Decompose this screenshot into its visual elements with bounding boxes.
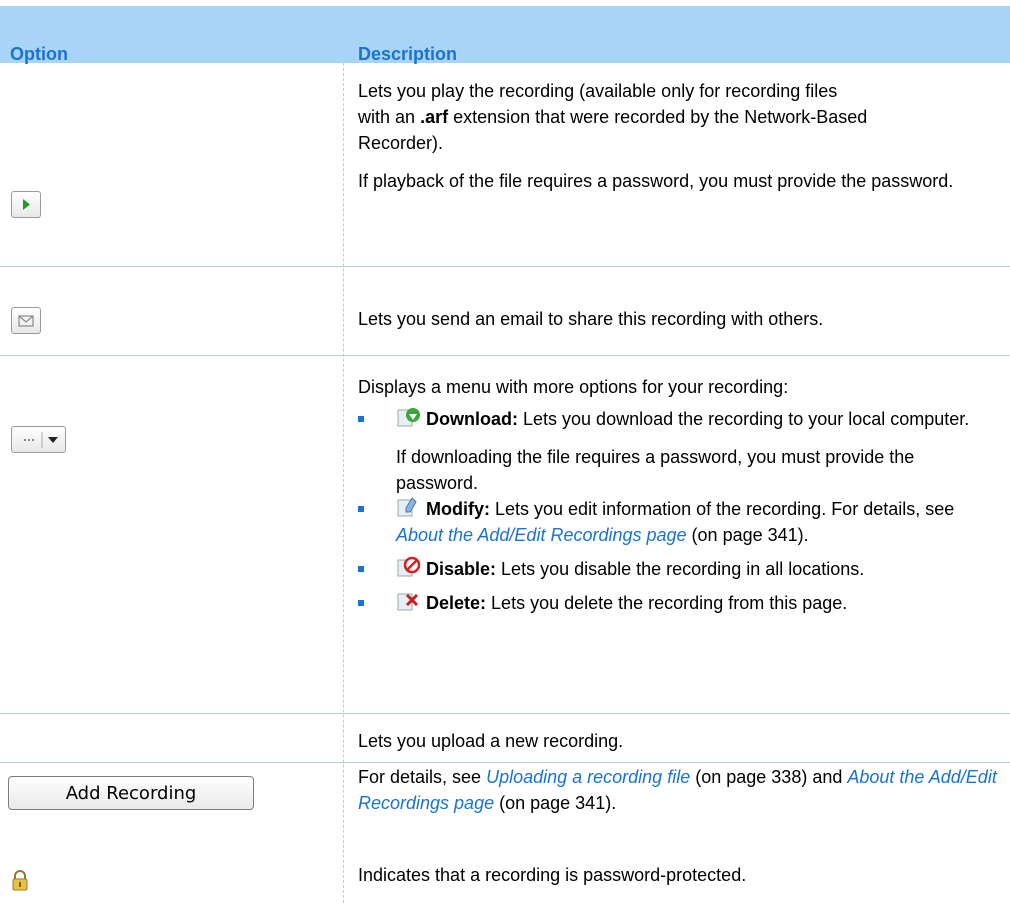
lock-description: Indicates that a recording is password-p… bbox=[358, 865, 747, 885]
table-header: Option Description bbox=[0, 6, 1010, 64]
row-divider bbox=[0, 355, 1010, 356]
uploading-recording-file-link[interactable]: Uploading a recording file bbox=[486, 767, 690, 787]
play-description: Lets you play the recording (available o… bbox=[358, 81, 954, 191]
more-options-description: Displays a menu with more options for yo… bbox=[358, 374, 998, 616]
row-divider bbox=[0, 762, 1010, 763]
modify-icon bbox=[397, 497, 417, 517]
bullet-marker bbox=[358, 506, 364, 512]
disable-icon bbox=[397, 556, 421, 577]
more-options-dropdown-icon bbox=[24, 432, 58, 448]
option-column-header: Option bbox=[10, 44, 68, 64]
bullet-marker bbox=[358, 566, 364, 572]
list-item: Disable: Lets you disable the recording … bbox=[358, 556, 998, 582]
email-description: Lets you send an email to share this rec… bbox=[358, 309, 824, 329]
envelope-icon bbox=[18, 315, 34, 327]
add-recording-button[interactable]: Add Recording bbox=[8, 776, 254, 810]
row-divider bbox=[0, 266, 1010, 267]
list-item: Modify: Lets you edit information of the… bbox=[358, 496, 998, 548]
list-item: Download: Lets you download the recordin… bbox=[358, 406, 998, 496]
about-add-edit-recordings-link[interactable]: About the Add/Edit Recordings page bbox=[396, 525, 687, 545]
play-button[interactable] bbox=[11, 191, 41, 218]
lock-icon bbox=[12, 870, 28, 891]
download-icon bbox=[397, 408, 420, 427]
column-divider bbox=[343, 63, 345, 903]
more-options-button[interactable] bbox=[11, 426, 66, 453]
email-button[interactable] bbox=[11, 307, 41, 334]
list-item: Delete: Lets you delete the recording fr… bbox=[358, 590, 998, 616]
play-icon bbox=[23, 199, 30, 210]
delete-icon bbox=[397, 593, 419, 611]
bullet-marker bbox=[358, 416, 364, 422]
row-divider bbox=[0, 713, 1010, 714]
description-column-header: Description bbox=[358, 44, 458, 64]
add-recording-description: Lets you upload a new recording. For det… bbox=[358, 731, 997, 813]
bullet-marker bbox=[358, 600, 364, 606]
